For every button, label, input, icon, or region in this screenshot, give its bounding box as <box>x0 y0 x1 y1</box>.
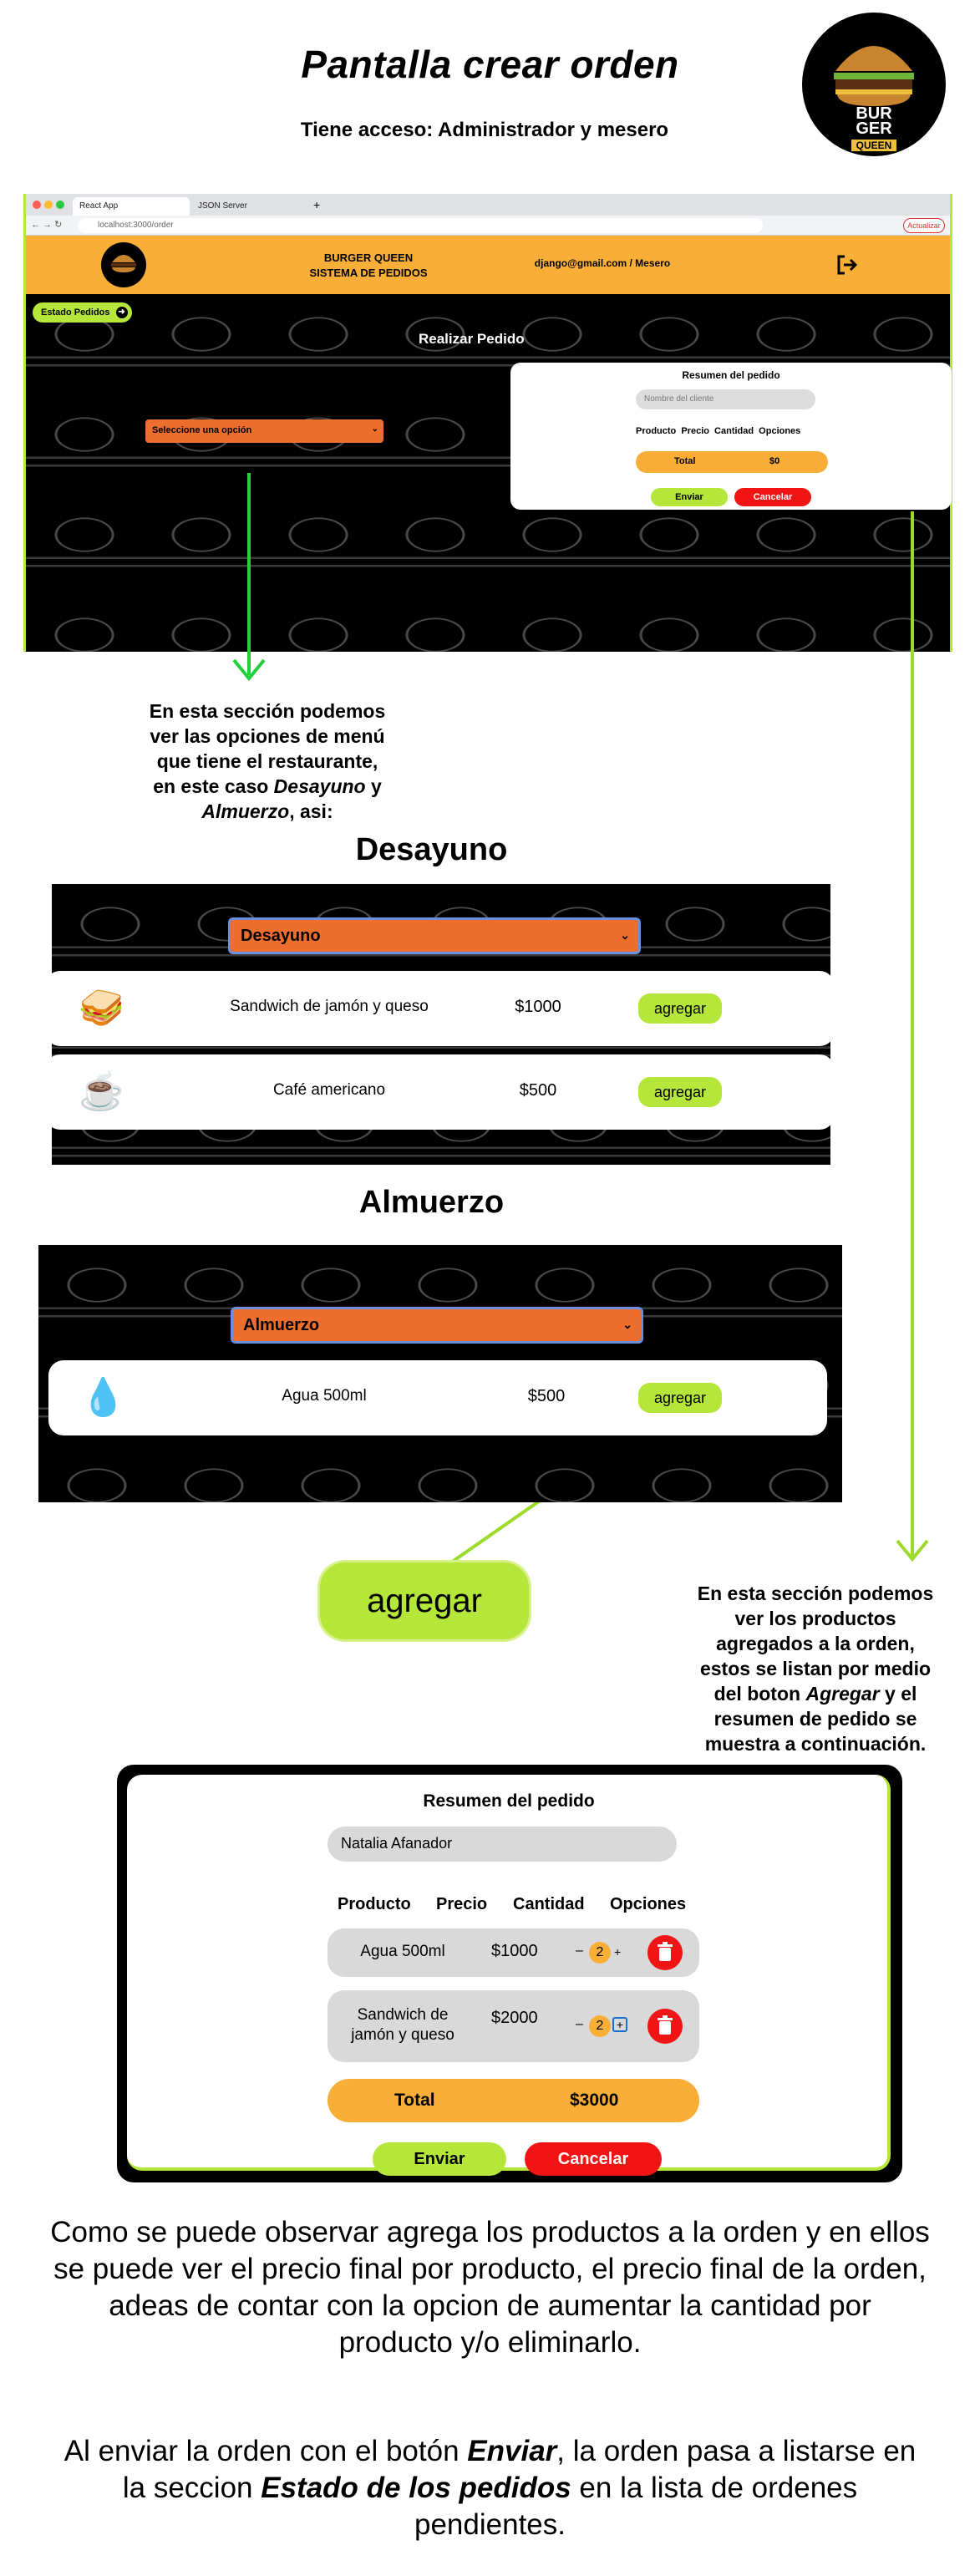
order-row-name: Sandwich de jamón y queso <box>336 2005 470 2045</box>
almuerzo-panel: Almuerzo ⌄ 💧 Agua 500ml $500 agregar <box>38 1245 842 1502</box>
col-precio: Precio <box>436 1895 488 1913</box>
desc-text: y el <box>879 1683 917 1705</box>
menu-item-price: $1000 <box>515 998 561 1016</box>
order-summary-zoom-frame: Resumen del pedido Natalia Afanador Prod… <box>117 1765 902 2182</box>
desc-menu-line: Almuerzo, asi: <box>100 799 434 824</box>
order-summary-zoom: Resumen del pedido Natalia Afanador Prod… <box>127 1775 891 2176</box>
desc-text: del boton <box>713 1683 806 1705</box>
menu-item-name: Agua 500ml <box>282 1387 367 1405</box>
agregar-button[interactable]: agregar <box>638 993 722 1024</box>
col-cantidad: Cantidad <box>513 1895 585 1913</box>
agregar-button-zoom[interactable]: agregar <box>320 1562 529 1639</box>
almuerzo-select-value: Almuerzo <box>243 1316 320 1334</box>
chevron-down-icon: ⌄ <box>620 928 630 942</box>
desc-emphasis: Agregar <box>805 1683 880 1705</box>
total-bar: Total $3000 <box>328 2079 699 2122</box>
desayuno-panel: Desayuno ⌄ 🥪 Sandwich de jamón y queso $… <box>52 884 830 1165</box>
order-row: Sandwich de jamón y queso $2000 – 2 + <box>328 1990 699 2062</box>
desc-summary-line: En esta sección podemos <box>697 1583 934 1604</box>
agregar-button[interactable]: agregar <box>638 1383 722 1413</box>
desc-menu-line: que tiene el restaurante, <box>156 750 378 772</box>
desc-summary-line: muestra a continuación. <box>704 1733 927 1755</box>
menu-item-card: 💧 Agua 500ml $500 agregar <box>48 1360 827 1435</box>
client-name-input[interactable]: Natalia Afanador <box>328 1827 677 1862</box>
almuerzo-title: Almuerzo <box>358 1185 505 1220</box>
desayuno-title: Desayuno <box>355 832 508 867</box>
menu-item-name: Sandwich de jamón y queso <box>230 998 429 1015</box>
coffee-icon: ☕ <box>79 1071 124 1112</box>
order-row-price: $2000 <box>491 2009 538 2027</box>
desc-menu-line: en este caso Desayuno y <box>100 774 434 799</box>
menu-item-name: Café americano <box>272 1081 386 1099</box>
desayuno-select[interactable]: Desayuno ⌄ <box>228 917 641 954</box>
order-row-name-line: jamón y queso <box>351 2026 454 2044</box>
increase-qty-button[interactable]: + <box>612 2017 627 2032</box>
desc-emphasis: Desayuno <box>273 775 366 797</box>
order-summary-title: Resumen del pedido <box>423 1791 595 1811</box>
menu-description: En esta sección podemos ver las opciones… <box>100 699 434 824</box>
menu-item-card: 🥪 Sandwich de jamón y queso $1000 agrega… <box>52 971 830 1046</box>
quantity-value: 2 <box>589 2015 611 2037</box>
cancelar-button[interactable]: Cancelar <box>525 2142 662 2176</box>
desc-summary-line: estos se listan por medio <box>699 1658 932 1679</box>
enviar-button[interactable]: Enviar <box>373 2142 506 2176</box>
trash-icon[interactable] <box>647 1935 683 1970</box>
desayuno-select-value: Desayuno <box>241 927 321 945</box>
water-bottle-icon: 💧 <box>80 1377 126 1418</box>
summary-description: En esta sección podemos ver los producto… <box>673 1581 957 1756</box>
desc-summary-line: ver los productos <box>734 1608 896 1629</box>
explanation-paragraph-2: Al enviar la orden con el botón Enviar, … <box>50 2433 930 2543</box>
order-row-name-line: Sandwich de <box>357 2006 449 2024</box>
col-opciones: Opciones <box>610 1895 687 1913</box>
explanation-emphasis: Estado de los pedidos <box>261 2472 571 2504</box>
desc-text: , asi: <box>289 800 333 822</box>
almuerzo-select[interactable]: Almuerzo ⌄ <box>231 1307 643 1344</box>
total-value: $3000 <box>570 2091 619 2110</box>
increase-qty-button[interactable]: + <box>614 1945 621 1959</box>
order-row: Agua 500ml $1000 – 2 + <box>328 1928 699 1977</box>
desc-menu-line: En esta sección podemos <box>149 700 386 722</box>
decrease-qty-button[interactable]: – <box>576 2017 583 2032</box>
explanation-emphasis: Enviar <box>467 2435 557 2467</box>
green-arrow-menu <box>232 473 266 682</box>
quantity-value: 2 <box>589 1942 611 1964</box>
desc-text: y <box>365 775 382 797</box>
desc-summary-line: del boton Agregar y el <box>673 1681 957 1706</box>
total-label: Total <box>394 2091 435 2110</box>
decrease-qty-button[interactable]: – <box>576 1943 583 1959</box>
desc-summary-line: agregados a la orden, <box>716 1633 915 1654</box>
chevron-down-icon: ⌄ <box>622 1318 632 1331</box>
agregar-button[interactable]: agregar <box>638 1077 722 1107</box>
trash-icon[interactable] <box>647 2009 683 2044</box>
order-row-price: $1000 <box>491 1942 538 1960</box>
col-producto: Producto <box>338 1895 411 1913</box>
desc-text: en este caso <box>153 775 274 797</box>
explanation-text: Al enviar la orden con el botón <box>63 2435 468 2467</box>
lime-arrow-summary <box>896 511 929 1562</box>
explanation-paragraph-1: Como se puede observar agrega los produc… <box>50 2216 930 2359</box>
sandwich-icon: 🥪 <box>79 988 124 1029</box>
desc-emphasis: Almuerzo <box>201 800 290 822</box>
desc-menu-line: ver las opciones de menú <box>150 725 385 747</box>
menu-item-card: ☕ Café americano $500 agregar <box>52 1054 830 1130</box>
order-row-name: Agua 500ml <box>360 1943 445 1960</box>
desc-summary-line: resumen de pedido se <box>713 1708 917 1730</box>
menu-item-price: $500 <box>527 1387 566 1405</box>
menu-item-price: $500 <box>519 1081 557 1100</box>
